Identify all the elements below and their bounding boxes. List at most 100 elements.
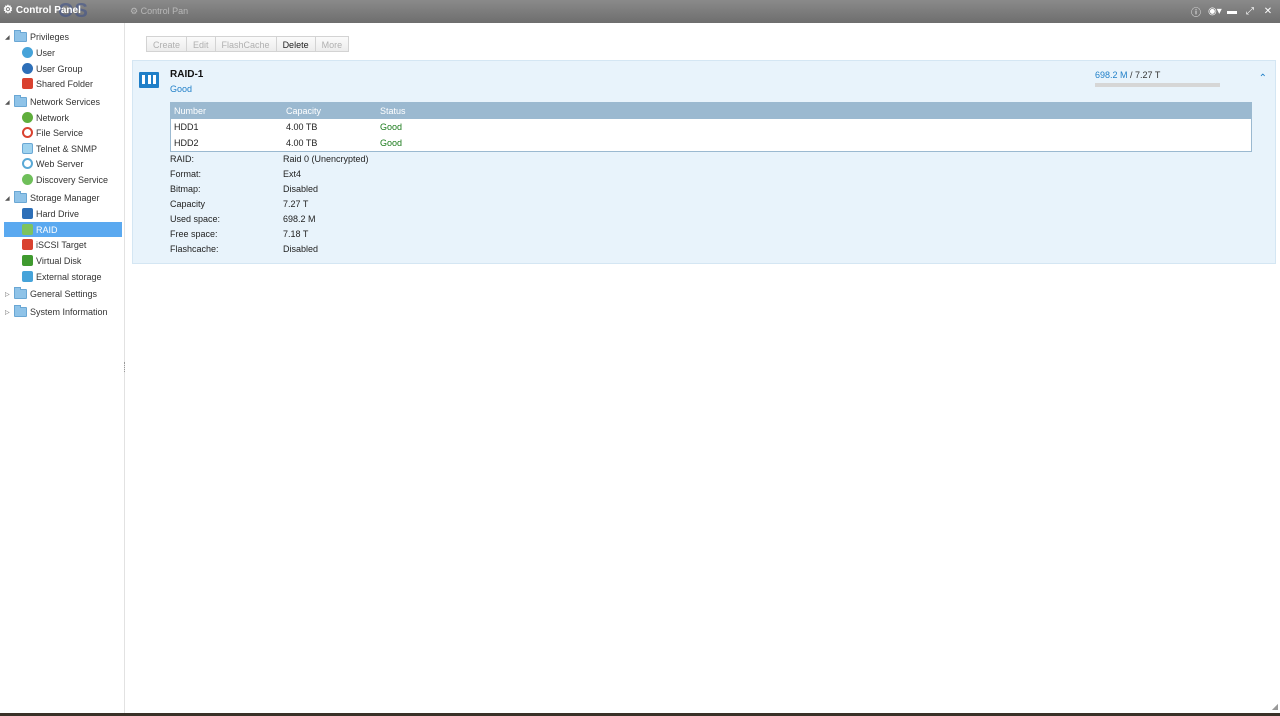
toolbar: Create Edit FlashCache Delete More bbox=[146, 36, 350, 52]
background-gear-icon: ⚙ bbox=[130, 6, 141, 16]
hard-drive-icon bbox=[22, 208, 33, 219]
delete-button[interactable]: Delete bbox=[276, 36, 316, 52]
sidebar-item-telnet-snmp[interactable]: Telnet & SNMP bbox=[4, 141, 122, 156]
gear-icon: ⚙ bbox=[3, 4, 13, 16]
collapsed-arrow-icon[interactable]: ▷ bbox=[5, 291, 11, 298]
title-bar: OS ⚙ Control Panel ⚙ Control Pan ⓘ ◉▾ ▬ … bbox=[0, 0, 1280, 23]
tree-group-general-settings[interactable]: ▷ General Settings bbox=[0, 286, 124, 302]
file-service-icon bbox=[22, 127, 33, 138]
folder-icon bbox=[14, 305, 27, 317]
property-key: RAID: bbox=[170, 154, 195, 164]
user-icon bbox=[22, 47, 33, 58]
sidebar-tree: ◢ Privileges User User Group Shared Fold… bbox=[0, 23, 125, 713]
telnet-icon bbox=[22, 143, 33, 154]
property-row: Flashcache: Disabled bbox=[170, 244, 570, 259]
web-server-icon bbox=[22, 158, 33, 169]
disk-number: HDD2 bbox=[174, 138, 199, 148]
tree-group-system-information[interactable]: ▷ System Information bbox=[0, 304, 124, 320]
sidebar-item-user[interactable]: User bbox=[4, 45, 122, 60]
minimize-icon[interactable]: ▬ bbox=[1226, 6, 1238, 17]
property-value: Raid 0 (Unencrypted) bbox=[283, 154, 369, 164]
property-value: 7.27 T bbox=[283, 199, 309, 209]
window-title-area: ⚙ Control Panel bbox=[3, 4, 81, 17]
disk-capacity: 4.00 TB bbox=[286, 138, 318, 148]
sidebar-item-hard-drive[interactable]: Hard Drive bbox=[4, 206, 122, 221]
edit-button[interactable]: Edit bbox=[187, 36, 216, 52]
external-storage-icon bbox=[22, 271, 33, 282]
sidebar-item-file-service[interactable]: File Service bbox=[4, 125, 122, 140]
total-value: 7.27 T bbox=[1135, 70, 1161, 80]
property-row: Bitmap: Disabled bbox=[170, 184, 570, 199]
resize-grip-icon[interactable]: ◢ bbox=[1272, 702, 1278, 711]
property-value: Disabled bbox=[283, 244, 319, 254]
used-value: 698.2 M bbox=[1095, 70, 1128, 80]
property-key: Free space: bbox=[170, 229, 218, 239]
background-tab-ghost: ⚙ Control Pan bbox=[130, 6, 189, 16]
shared-folder-icon bbox=[22, 78, 33, 89]
sidebar-item-network[interactable]: Network bbox=[4, 110, 122, 125]
sidebar-item-user-group[interactable]: User Group bbox=[4, 61, 122, 76]
property-key: Format: bbox=[170, 169, 202, 179]
disk-number: HDD1 bbox=[174, 122, 199, 132]
sidebar-item-discovery-service[interactable]: Discovery Service bbox=[4, 172, 122, 187]
user-group-icon bbox=[22, 63, 33, 74]
control-panel-window: OS ⚙ Control Panel ⚙ Control Pan ⓘ ◉▾ ▬ … bbox=[0, 0, 1280, 713]
property-row: RAID: Raid 0 (Unencrypted) bbox=[170, 154, 570, 169]
sidebar-item-raid[interactable]: RAID bbox=[4, 222, 122, 237]
sidebar-item-web-server[interactable]: Web Server bbox=[4, 156, 122, 171]
chevron-up-icon[interactable]: ⌃ bbox=[1259, 73, 1267, 84]
window-controls: ⓘ ◉▾ ▬ ⤢ ✕ bbox=[1190, 4, 1274, 19]
table-row[interactable]: HDD2 4.00 TB Good bbox=[171, 135, 1251, 151]
window-title: Control Panel bbox=[15, 5, 81, 16]
column-header-capacity[interactable]: Capacity bbox=[286, 106, 321, 116]
create-button[interactable]: Create bbox=[146, 36, 188, 52]
tree-group-storage-manager[interactable]: ◢ Storage Manager bbox=[0, 190, 124, 206]
folder-icon bbox=[14, 95, 27, 107]
property-value: Ext4 bbox=[283, 169, 302, 179]
property-key: Capacity bbox=[170, 199, 206, 209]
table-row[interactable]: HDD1 4.00 TB Good bbox=[171, 119, 1251, 135]
sidebar-item-shared-folder[interactable]: Shared Folder bbox=[4, 76, 122, 91]
disk-capacity: 4.00 TB bbox=[286, 122, 318, 132]
raid-status: Good bbox=[170, 84, 193, 94]
property-row: Capacity 7.27 T bbox=[170, 199, 570, 214]
property-value: Disabled bbox=[283, 184, 319, 194]
close-icon[interactable]: ✕ bbox=[1262, 6, 1274, 17]
sidebar-item-iscsi-target[interactable]: iSCSI Target bbox=[4, 237, 122, 252]
property-row: Format: Ext4 bbox=[170, 169, 570, 184]
info-icon[interactable]: ⓘ bbox=[1190, 4, 1202, 19]
tree-group-privileges[interactable]: ◢ Privileges bbox=[0, 29, 124, 45]
virtual-disk-icon bbox=[22, 255, 33, 266]
usage-text: 698.2 M / 7.27 T bbox=[1095, 70, 1160, 80]
expanded-arrow-icon[interactable]: ◢ bbox=[5, 99, 11, 106]
usage-bar bbox=[1095, 83, 1220, 87]
property-row: Used space: 698.2 M bbox=[170, 214, 570, 229]
collapsed-arrow-icon[interactable]: ▷ bbox=[5, 309, 11, 316]
flashcache-button[interactable]: FlashCache bbox=[215, 36, 277, 52]
disk-status: Good bbox=[380, 122, 403, 132]
raid-name: RAID-1 bbox=[170, 69, 204, 80]
expanded-arrow-icon[interactable]: ◢ bbox=[5, 34, 11, 41]
disk-status: Good bbox=[380, 138, 403, 148]
expanded-arrow-icon[interactable]: ◢ bbox=[5, 195, 11, 202]
column-header-status[interactable]: Status bbox=[380, 106, 406, 116]
raid-volume-icon bbox=[139, 72, 159, 88]
tree-group-network-services[interactable]: ◢ Network Services bbox=[0, 94, 124, 110]
sidebar-item-external-storage[interactable]: External storage bbox=[4, 269, 122, 284]
globe-network-icon bbox=[22, 112, 33, 123]
globe-icon[interactable]: ◉▾ bbox=[1208, 6, 1222, 17]
property-key: Flashcache: bbox=[170, 244, 219, 254]
raid-properties: RAID: Raid 0 (Unencrypted) Format: Ext4 … bbox=[170, 154, 570, 259]
main-content: Create Edit FlashCache Delete More RAID-… bbox=[125, 23, 1280, 713]
raid-detail-panel[interactable]: RAID-1 Good 698.2 M / 7.27 T ⌃ Number Ca… bbox=[132, 60, 1276, 264]
discovery-icon bbox=[22, 174, 33, 185]
more-button[interactable]: More bbox=[315, 36, 350, 52]
maximize-icon[interactable]: ⤢ bbox=[1244, 6, 1256, 17]
usage-separator: / bbox=[1127, 70, 1136, 80]
folder-icon bbox=[14, 287, 27, 299]
property-value: 7.18 T bbox=[283, 229, 309, 239]
sidebar-item-virtual-disk[interactable]: Virtual Disk bbox=[4, 253, 122, 268]
column-header-number[interactable]: Number bbox=[174, 106, 206, 116]
disk-table: Number Capacity Status HDD1 4.00 TB Good… bbox=[170, 102, 1252, 152]
raid-icon bbox=[22, 224, 33, 235]
